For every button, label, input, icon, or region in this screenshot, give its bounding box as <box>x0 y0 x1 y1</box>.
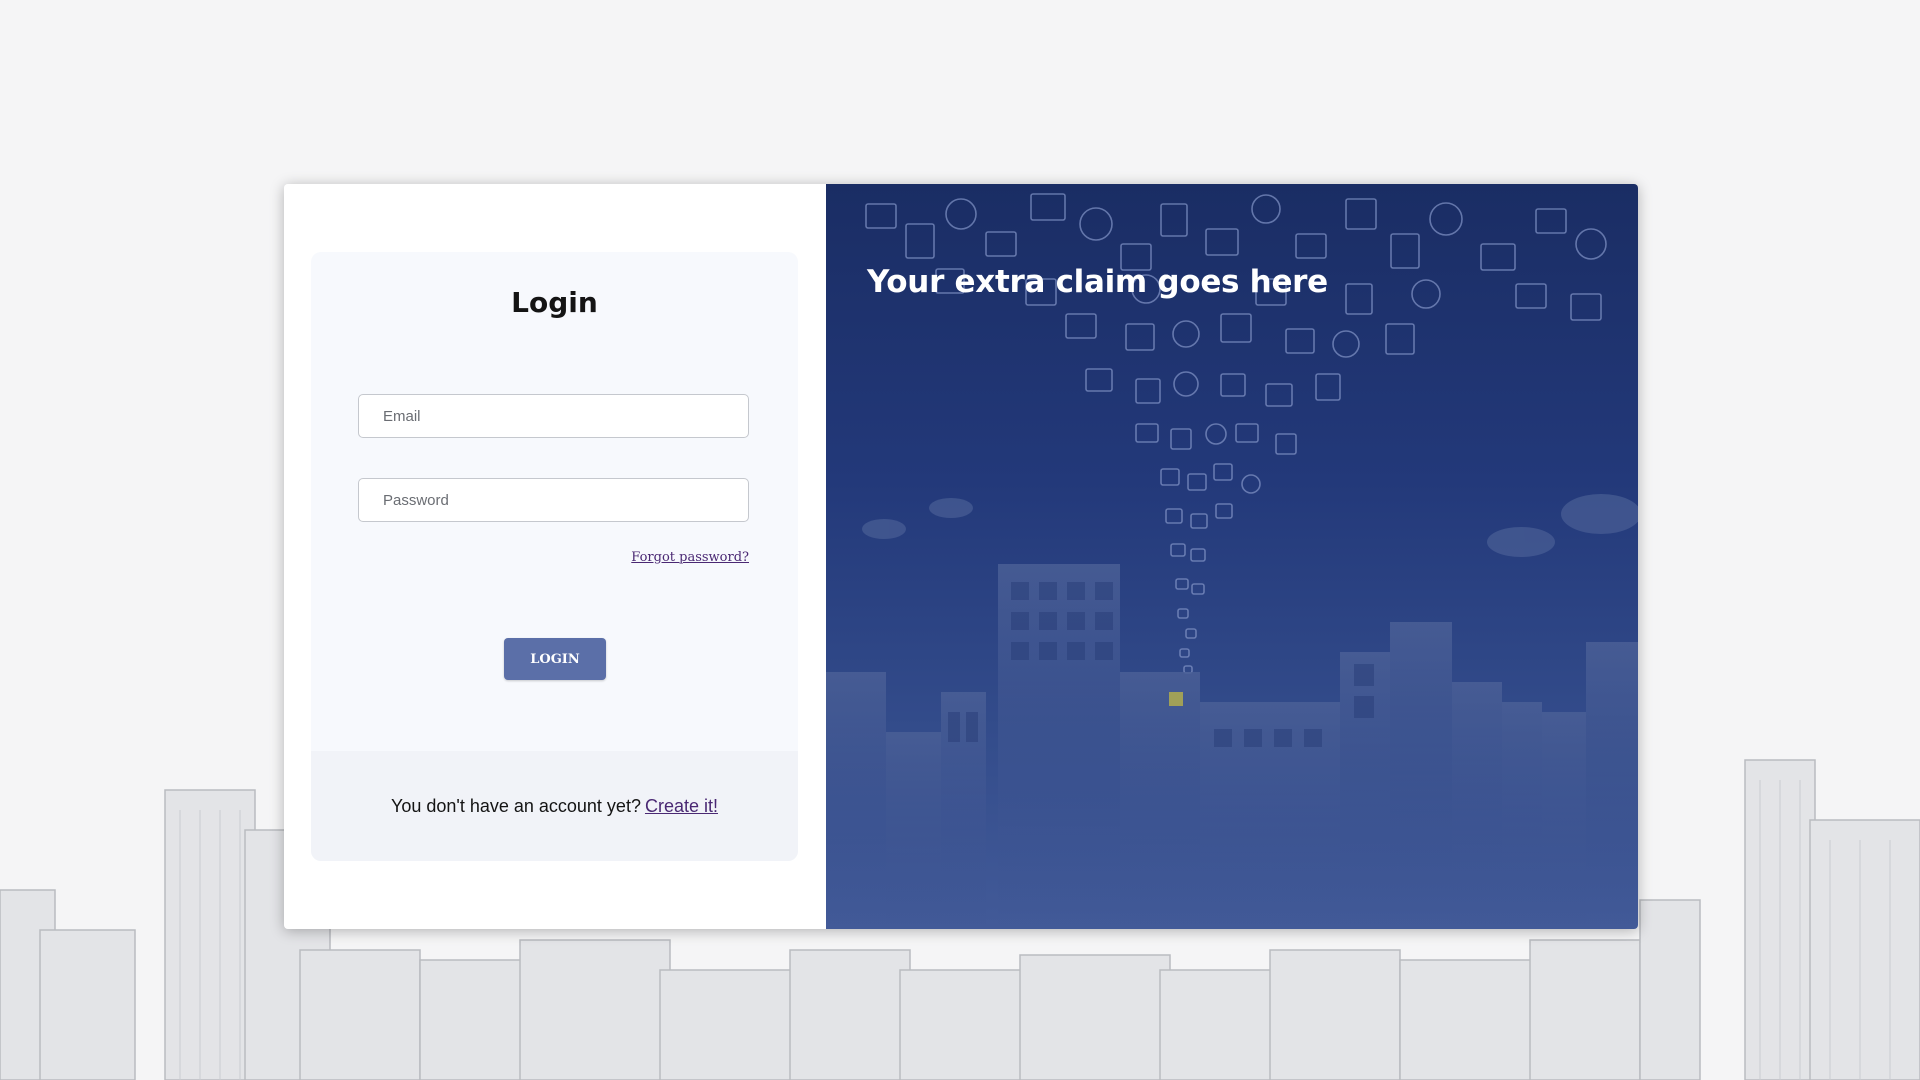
forgot-password-link[interactable]: Forgot password? <box>631 550 749 565</box>
promo-claim: Your extra claim goes here <box>867 264 1328 300</box>
login-form: Login Forgot password? LOGIN You don't h… <box>311 252 798 861</box>
promo-panel: Your extra claim goes here <box>826 184 1638 929</box>
login-button[interactable]: LOGIN <box>504 638 606 680</box>
signup-section: You don't have an account yet? Create it… <box>311 751 798 861</box>
email-field[interactable] <box>358 394 749 438</box>
page-title: Login <box>511 286 598 319</box>
login-panel: Login Forgot password? LOGIN You don't h… <box>284 184 826 929</box>
password-field[interactable] <box>358 478 749 522</box>
login-card: Login Forgot password? LOGIN You don't h… <box>284 184 1638 929</box>
create-account-link[interactable]: Create it! <box>645 796 718 817</box>
signup-prompt: You don't have an account yet? <box>390 795 641 816</box>
